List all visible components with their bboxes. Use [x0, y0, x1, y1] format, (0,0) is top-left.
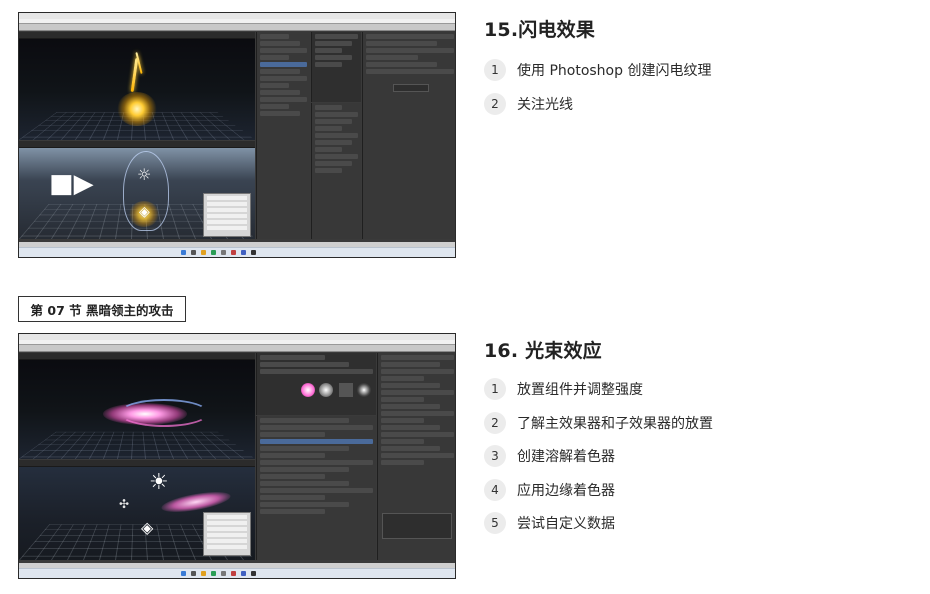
taskbar-app-icon	[181, 571, 186, 576]
taskbar-app-icon	[181, 250, 186, 255]
camera-icon: ■▶	[49, 169, 94, 199]
lightning-glow	[117, 92, 157, 126]
list-item: 3 创建溶解着色器	[484, 443, 713, 469]
step-text: 创建溶解着色器	[517, 449, 615, 465]
os-taskbar	[19, 568, 455, 578]
step-text: 尝试自定义数据	[517, 516, 615, 532]
hierarchy-panel	[256, 32, 310, 239]
list-item: 5 尝试自定义数据	[484, 510, 713, 536]
os-taskbar	[19, 247, 455, 257]
taskbar-app-icon	[221, 571, 226, 576]
taskbar-app-icon	[191, 571, 196, 576]
list-item: 4 应用边缘着色器	[484, 477, 713, 503]
step-text: 应用边缘着色器	[517, 482, 615, 499]
material-thumbnail	[357, 383, 371, 397]
renderer-module-box	[382, 513, 452, 539]
screenshot-lightning-effect: ■▶ ☼ ◈	[18, 12, 456, 258]
material-thumbnail	[339, 383, 353, 397]
game-view-tabs	[19, 32, 255, 39]
step-number-badge: 3	[484, 445, 506, 467]
game-view	[19, 32, 255, 140]
step-text: 关注光线	[517, 96, 573, 113]
list-item: 2 了解主效果器和子效果器的放置	[484, 410, 713, 436]
material-thumbnail	[319, 383, 333, 397]
list-item: 2 关注光线	[484, 91, 711, 117]
scene-view: ☀ ◈ ✣	[19, 460, 255, 560]
step-text: 放置组件并调整强度	[517, 382, 643, 398]
section-title-15: 15.闪电效果	[484, 19, 596, 41]
taskbar-app-icon	[191, 250, 196, 255]
step-number-badge: 4	[484, 478, 506, 501]
list-item: 1 使用 Photoshop 创建闪电纹理	[484, 57, 711, 83]
taskbar-app-icon	[201, 250, 206, 255]
inspector-panel	[377, 353, 455, 560]
step-list-15: 1 使用 Photoshop 创建闪电纹理 2 关注光线	[484, 57, 711, 124]
step-number-badge: 2	[484, 92, 506, 115]
game-view-tabs	[19, 353, 255, 360]
sun-icon: ☀	[149, 470, 169, 495]
screenshot-beam-effect: ☀ ◈ ✣	[18, 333, 456, 579]
taskbar-app-icon	[211, 571, 216, 576]
project-browser-panel	[256, 353, 376, 415]
scene-view: ■▶ ☼ ◈	[19, 141, 255, 239]
beam-ring	[119, 399, 209, 427]
chapter-heading-box: 第 07 节 黑暗领主的攻击	[18, 296, 186, 322]
taskbar-app-icon	[221, 250, 226, 255]
taskbar-app-icon	[241, 571, 246, 576]
taskbar-app-icon	[231, 571, 236, 576]
editor-toolbar	[19, 345, 455, 352]
project-panel	[311, 32, 361, 102]
step-number-badge: 1	[484, 59, 506, 81]
material-thumbnail	[301, 383, 315, 397]
step-number-badge: 2	[484, 411, 506, 434]
transform-gizmo-icon: ✣	[119, 497, 130, 511]
taskbar-app-icon	[241, 250, 246, 255]
step-text: 了解主效果器和子效果器的放置	[517, 415, 713, 432]
project-tree-panel	[311, 103, 361, 239]
editor-toolbar	[19, 24, 455, 31]
section-title-16: 16. 光束效应	[484, 340, 602, 362]
list-item: 1 放置组件并调整强度	[484, 376, 713, 402]
step-list-16: 1 放置组件并调整强度 2 了解主效果器和子效果器的放置 3 创建溶解着色器 4…	[484, 376, 713, 544]
particle-effect-popup	[203, 193, 251, 237]
add-component-button	[393, 84, 429, 92]
step-text: 使用 Photoshop 创建闪电纹理	[517, 63, 712, 79]
step-number-badge: 1	[484, 378, 506, 400]
scene-view-tabs	[19, 141, 255, 148]
taskbar-app-icon	[251, 571, 256, 576]
cube-icon: ◈	[139, 204, 150, 220]
particle-effect-popup	[203, 512, 251, 556]
taskbar-app-icon	[201, 571, 206, 576]
hierarchy-panel	[256, 416, 376, 560]
game-view	[19, 353, 255, 459]
taskbar-app-icon	[211, 250, 216, 255]
cube-icon: ◈	[141, 518, 154, 537]
inspector-panel	[362, 32, 455, 239]
step-number-badge: 5	[484, 512, 506, 534]
taskbar-app-icon	[231, 250, 236, 255]
taskbar-app-icon	[251, 250, 256, 255]
scene-view-tabs	[19, 460, 255, 467]
